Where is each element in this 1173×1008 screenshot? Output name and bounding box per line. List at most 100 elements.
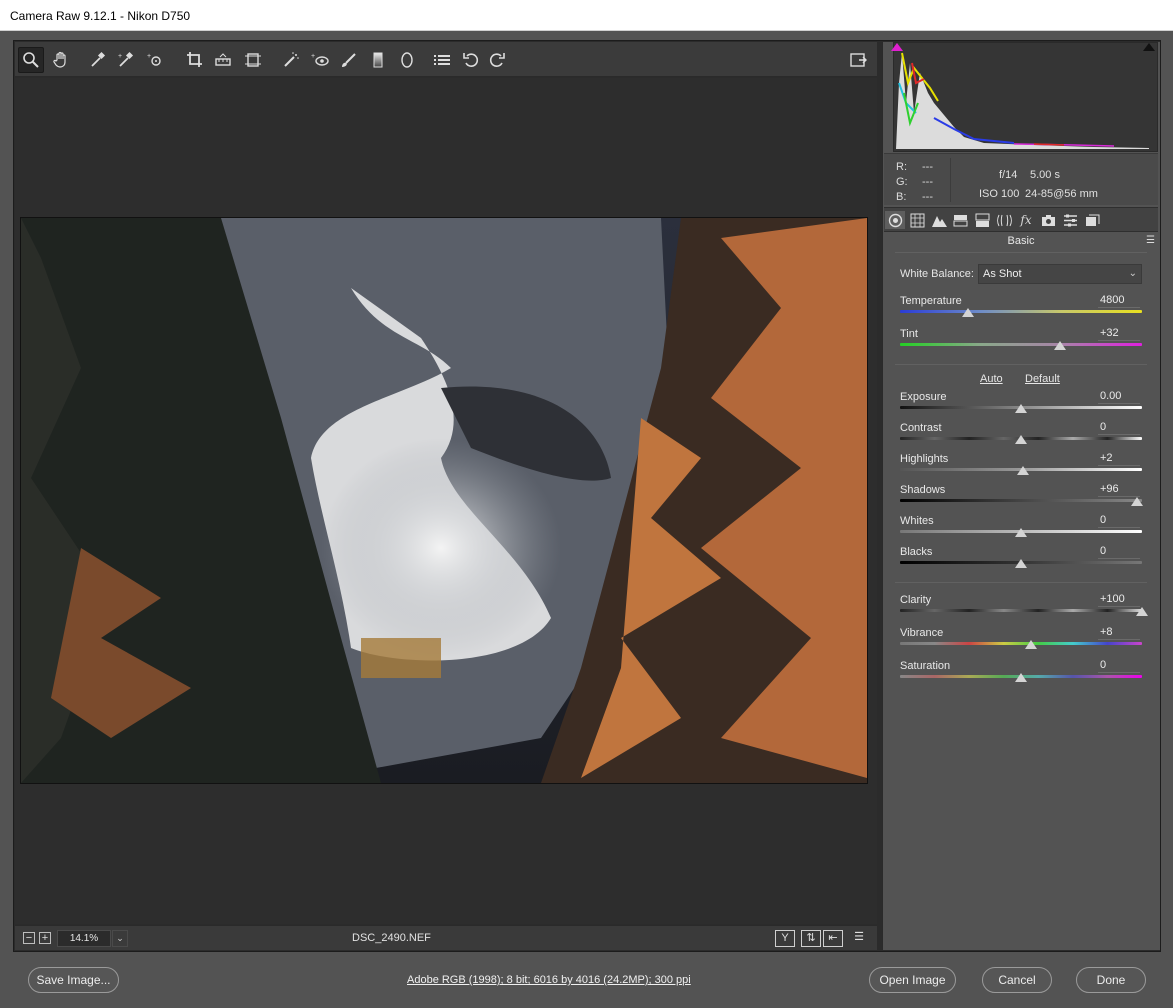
tab-effects-fx-icon[interactable]: fx: [1016, 211, 1036, 229]
spot-removal-icon[interactable]: [278, 47, 304, 73]
exposure-slider[interactable]: Exposure 0.00: [900, 389, 1142, 417]
tab-camera-calibration-icon[interactable]: [1038, 211, 1058, 229]
vibrance-slider[interactable]: Vibrance +8: [900, 625, 1142, 653]
current-filename: DSC_2490.NEF: [352, 932, 431, 944]
tab-split-toning-icon[interactable]: [972, 211, 992, 229]
cancel-button[interactable]: Cancel: [982, 967, 1052, 993]
saturation-slider[interactable]: Saturation 0: [900, 658, 1142, 686]
tab-lens-corrections-icon[interactable]: [994, 211, 1014, 229]
gradient-icon[interactable]: [365, 47, 391, 73]
contrast-thumb[interactable]: [1015, 435, 1027, 444]
list-icon[interactable]: [429, 47, 455, 73]
vibrance-label: Vibrance: [900, 627, 944, 639]
before-after-view-toggle[interactable]: Y: [775, 930, 795, 947]
temperature-track[interactable]: [900, 310, 1142, 313]
saturation-value[interactable]: 0: [1098, 658, 1140, 673]
clarity-value[interactable]: +100: [1098, 592, 1140, 607]
settings-sliders-icon[interactable]: ☰: [849, 930, 869, 947]
copy-settings-icon[interactable]: ⇤: [823, 930, 843, 947]
image-preview-area[interactable]: [15, 78, 877, 924]
color-sampler-icon[interactable]: +: [113, 47, 139, 73]
b-value: ---: [922, 191, 933, 203]
brush-icon[interactable]: [336, 47, 362, 73]
zoom-dropdown-chevron-icon[interactable]: ⌄: [112, 930, 128, 947]
exposure-thumb[interactable]: [1015, 404, 1027, 413]
shadows-slider[interactable]: Shadows +96: [900, 482, 1144, 510]
rotate-cw-icon[interactable]: [484, 47, 510, 73]
highlights-value[interactable]: +2: [1098, 451, 1140, 466]
tab-hsl-icon[interactable]: [950, 211, 970, 229]
white-balance-select[interactable]: As Shot ⌄: [978, 264, 1142, 284]
whites-value[interactable]: 0: [1098, 513, 1140, 528]
tint-thumb[interactable]: [1053, 341, 1066, 350]
zoom-level-field[interactable]: 14.1%: [57, 930, 111, 947]
rgb-values: R: --- G: --- B: ---: [896, 160, 948, 205]
saturation-thumb[interactable]: [1015, 673, 1027, 682]
aperture: f/14: [999, 169, 1018, 181]
temperature-thumb[interactable]: [961, 308, 974, 317]
svg-text:+: +: [147, 53, 151, 60]
blacks-value[interactable]: 0: [1098, 544, 1140, 559]
tab-basic-aperture-icon[interactable]: [885, 211, 905, 229]
tab-tone-curve-grid-icon[interactable]: [907, 211, 927, 229]
clarity-track[interactable]: [900, 609, 1142, 612]
vibrance-value[interactable]: +8: [1098, 625, 1140, 640]
whites-slider[interactable]: Whites 0: [900, 513, 1142, 541]
workflow-options-link[interactable]: Adobe RGB (1998); 8 bit; 6016 by 4016 (2…: [407, 974, 691, 986]
iso: ISO 100: [979, 188, 1020, 200]
auto-link[interactable]: Auto: [980, 373, 1003, 385]
shadows-track[interactable]: [900, 499, 1142, 502]
fullscreen-toggle-icon[interactable]: [845, 47, 871, 73]
open-image-button[interactable]: Open Image: [869, 967, 956, 993]
exposure-value[interactable]: 0.00: [1098, 389, 1140, 404]
contrast-slider[interactable]: Contrast 0: [900, 420, 1142, 448]
done-button[interactable]: Done: [1076, 967, 1146, 993]
rotate-ccw-icon[interactable]: [458, 47, 484, 73]
hand-icon[interactable]: [48, 47, 74, 73]
tint-track[interactable]: [900, 343, 1142, 346]
whites-thumb[interactable]: [1015, 528, 1027, 537]
shadows-thumb[interactable]: [1131, 497, 1144, 506]
tint-value[interactable]: +32: [1098, 326, 1140, 341]
clarity-slider[interactable]: Clarity +100: [900, 592, 1148, 620]
crop-icon[interactable]: [182, 47, 208, 73]
toolbar: + + +: [15, 42, 877, 77]
highlights-thumb[interactable]: [1017, 466, 1030, 475]
panel-menu-icon[interactable]: ☰: [1146, 236, 1156, 246]
blacks-label: Blacks: [900, 546, 933, 558]
temperature-slider[interactable]: Temperature 4800: [900, 293, 1142, 321]
red-eye-icon[interactable]: +: [307, 47, 333, 73]
vibrance-track[interactable]: [900, 642, 1142, 645]
svg-text:+: +: [118, 53, 122, 60]
blacks-slider[interactable]: Blacks 0: [900, 544, 1142, 572]
swap-settings-icon[interactable]: ⇅: [801, 930, 821, 947]
zoom-out-button[interactable]: −: [23, 932, 35, 944]
ellipse-icon[interactable]: [394, 47, 420, 73]
vibrance-thumb[interactable]: [1024, 640, 1037, 649]
tab-snapshots-icon[interactable]: [1082, 211, 1102, 229]
transform-icon[interactable]: [240, 47, 266, 73]
highlights-slider[interactable]: Highlights +2: [900, 451, 1142, 479]
temperature-value[interactable]: 4800: [1098, 293, 1140, 308]
level-icon[interactable]: [210, 47, 236, 73]
white-balance-value: As Shot: [983, 268, 1022, 280]
eyedropper-icon[interactable]: [85, 47, 111, 73]
tint-slider[interactable]: Tint +32: [900, 326, 1142, 354]
clarity-thumb[interactable]: [1136, 607, 1148, 616]
exif-info: f/14 5.00 s ISO 100 24-85@56 mm: [974, 166, 1098, 204]
save-image-button[interactable]: Save Image...: [28, 967, 119, 993]
default-link[interactable]: Default: [1025, 373, 1060, 385]
histogram: [891, 42, 1158, 152]
tab-presets-sliders-icon[interactable]: [1060, 211, 1080, 229]
tint-label: Tint: [900, 328, 918, 340]
contrast-value[interactable]: 0: [1098, 420, 1140, 435]
preview-statusbar: − + 14.1% ⌄ DSC_2490.NEF Y ⇅ ⇤ ☰: [15, 925, 877, 950]
zoom-tool-magnifier-icon[interactable]: [18, 47, 44, 73]
shadows-value[interactable]: +96: [1098, 482, 1140, 497]
tab-detail-mountain-icon[interactable]: [929, 211, 949, 229]
white-balance-label: White Balance:: [900, 268, 974, 280]
zoom-in-button[interactable]: +: [39, 932, 51, 944]
target-adjust-icon[interactable]: +: [142, 47, 168, 73]
photo-preview[interactable]: [20, 217, 868, 784]
blacks-thumb[interactable]: [1015, 559, 1027, 568]
